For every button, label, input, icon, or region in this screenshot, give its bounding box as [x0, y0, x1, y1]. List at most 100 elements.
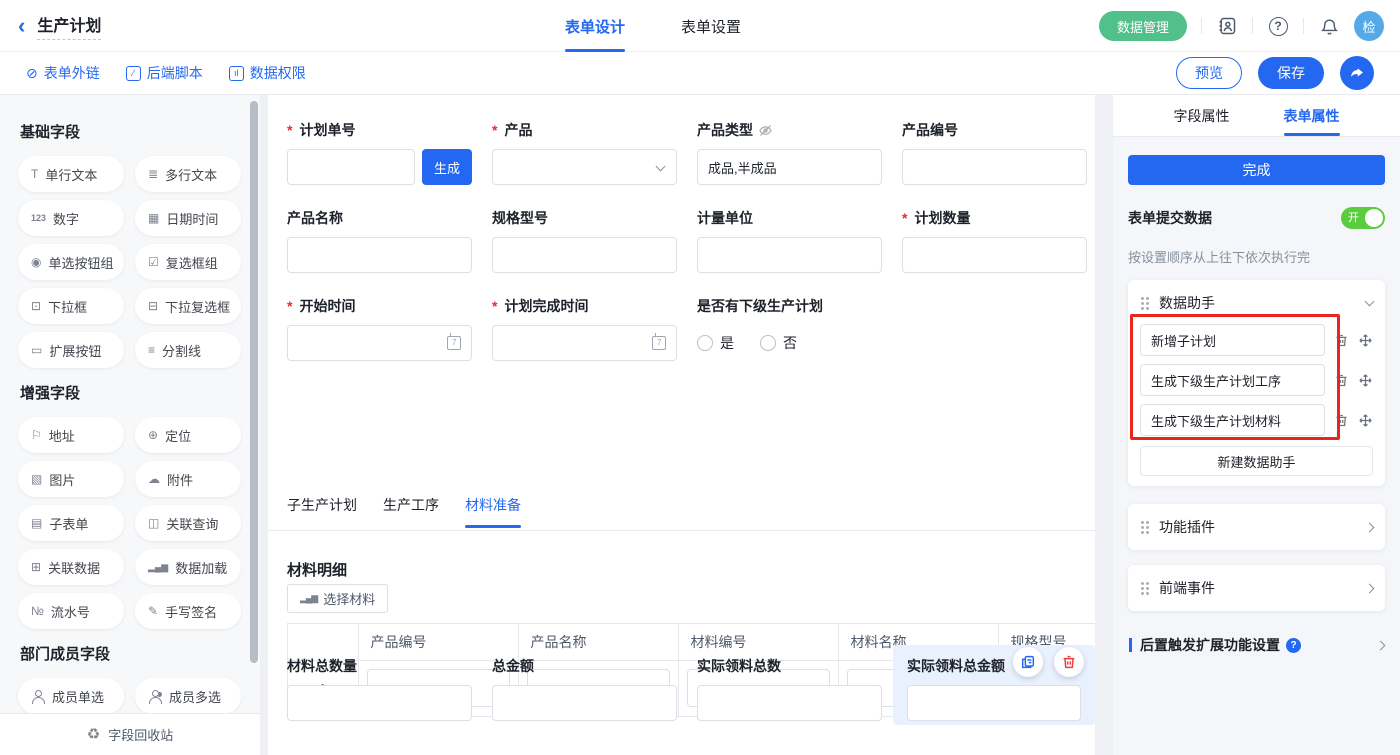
field-product[interactable]: 产品 [492, 120, 677, 185]
select-material-button[interactable]: ▂▄▆ 选择材料 [287, 584, 388, 613]
tab-form-settings[interactable]: 表单设置 [681, 0, 741, 52]
generate-button[interactable]: 生成 [422, 149, 472, 185]
subtab-production-process[interactable]: 生产工序 [383, 495, 439, 528]
finish-time-input[interactable] [492, 325, 677, 361]
sidebar-item-address[interactable]: ⚐地址 [18, 417, 124, 453]
sidebar-item-number[interactable]: 123数字 [18, 200, 124, 236]
spec-model-input[interactable] [492, 237, 677, 273]
done-button[interactable]: 完成 [1128, 155, 1385, 185]
copy-field-button[interactable] [1013, 647, 1043, 677]
plan-number-input[interactable] [287, 149, 415, 185]
help-icon[interactable]: ? [1286, 638, 1301, 653]
sidebar-item-divider-line[interactable]: ≡分割线 [135, 332, 241, 368]
drag-handle-icon[interactable] [1140, 520, 1150, 534]
subtab-material-preparation[interactable]: 材料准备 [465, 495, 521, 528]
radio-option-no[interactable]: 否 [760, 333, 797, 353]
actual-qty-input[interactable] [697, 685, 882, 721]
radio-option-yes[interactable]: 是 [697, 333, 734, 353]
backend-script-action[interactable]: ∕ 后端脚本 [126, 63, 203, 83]
plan-quantity-input[interactable] [902, 237, 1087, 273]
sidebar-item-data-load[interactable]: ▂▄▆数据加载 [135, 549, 241, 585]
new-data-assistant-button[interactable]: 新建数据助手 [1140, 446, 1373, 476]
page-title[interactable]: 生产计划 [37, 12, 101, 40]
subtab-sub-production-plan[interactable]: 子生产计划 [287, 495, 357, 528]
chevron-down-icon[interactable] [1365, 297, 1375, 307]
chevron-right-icon[interactable] [1365, 583, 1375, 593]
sidebar-item-related-data[interactable]: ⊞关联数据 [18, 549, 124, 585]
function-plugins-card[interactable]: 功能插件 [1128, 504, 1385, 550]
notification-bell-icon[interactable] [1318, 15, 1340, 37]
sidebar-item-single-line-text[interactable]: T单行文本 [18, 156, 124, 192]
field-plan-quantity[interactable]: 计划数量 [902, 208, 1087, 273]
field-start-time[interactable]: 开始时间 [287, 296, 472, 361]
sidebar-item-datetime[interactable]: ▦日期时间 [135, 200, 241, 236]
field-finish-time[interactable]: 计划完成时间 [492, 296, 677, 361]
data-permission-action[interactable]: ıl 数据权限 [229, 63, 306, 83]
share-button[interactable] [1340, 56, 1374, 90]
sidebar-item-signature[interactable]: ✎手写签名 [135, 593, 241, 629]
save-button[interactable]: 保存 [1258, 57, 1324, 89]
tab-field-properties[interactable]: 字段属性 [1174, 95, 1230, 136]
sidebar-scrollbar[interactable] [250, 101, 258, 663]
drag-handle-icon[interactable] [1140, 581, 1150, 595]
sidebar-item-attachment[interactable]: ☁附件 [135, 461, 241, 497]
data-manage-button[interactable]: 数据管理 [1099, 11, 1187, 41]
drag-handle-icon[interactable] [1140, 296, 1150, 310]
move-assistant-handle[interactable] [1358, 413, 1373, 428]
sidebar-item-location[interactable]: ⊕定位 [135, 417, 241, 453]
submit-data-toggle[interactable]: 开 [1341, 207, 1385, 229]
tab-form-properties[interactable]: 表单属性 [1284, 95, 1340, 136]
sidebar-item-member-multi[interactable]: 成员多选 [135, 678, 241, 714]
sidebar-item-multi-line-text[interactable]: ≣多行文本 [135, 156, 241, 192]
start-time-input[interactable] [287, 325, 472, 361]
sidebar-item-radio-group[interactable]: ◉单选按钮组 [18, 244, 124, 280]
field-has-sub-plan[interactable]: 是否有下级生产计划 是 否 [697, 296, 937, 361]
frontend-events-card[interactable]: 前端事件 [1128, 565, 1385, 611]
chevron-right-icon[interactable] [1365, 522, 1375, 532]
data-assistant-header[interactable]: 数据助手 [1140, 290, 1373, 316]
delete-assistant-button[interactable] [1334, 333, 1349, 348]
unit-input[interactable] [697, 237, 882, 273]
product-type-input[interactable]: 成品,半成品 [697, 149, 882, 185]
post-trigger-settings-link[interactable]: 后置触发扩展功能设置 ? [1128, 635, 1385, 655]
field-plan-number[interactable]: 计划单号 生成 [287, 120, 472, 185]
sidebar-item-multi-dropdown[interactable]: ⊟下拉复选框 [135, 288, 241, 324]
product-select[interactable] [492, 149, 677, 185]
assistant-item-generate-material[interactable]: 生成下级生产计划材料 [1140, 404, 1325, 436]
move-assistant-handle[interactable] [1358, 333, 1373, 348]
sidebar-item-serial-number[interactable]: №流水号 [18, 593, 124, 629]
external-link-action[interactable]: ⊘ 表单外链 [26, 63, 100, 83]
field-product-code[interactable]: 产品编号 [902, 120, 1087, 185]
field-actual-qty[interactable]: 实际领料总数 [697, 656, 882, 721]
field-product-type[interactable]: 产品类型 成品,半成品 [697, 120, 882, 185]
product-code-input[interactable] [902, 149, 1087, 185]
actual-amount-input[interactable] [907, 685, 1081, 721]
tab-form-design[interactable]: 表单设计 [565, 0, 625, 52]
delete-assistant-button[interactable] [1334, 373, 1349, 388]
move-assistant-handle[interactable] [1358, 373, 1373, 388]
sidebar-item-related-query[interactable]: ◫关联查询 [135, 505, 241, 541]
field-actual-amount-selected[interactable]: 实际领料总金额 [893, 645, 1095, 725]
sidebar-item-extend-button[interactable]: ▭扩展按钮 [18, 332, 124, 368]
sidebar-item-image[interactable]: ▧图片 [18, 461, 124, 497]
chevron-right-icon[interactable] [1376, 640, 1386, 650]
address-book-icon[interactable] [1216, 15, 1238, 37]
sidebar-item-subform[interactable]: ▤子表单 [18, 505, 124, 541]
user-avatar[interactable]: 检 [1354, 11, 1384, 41]
assistant-item-generate-process[interactable]: 生成下级生产计划工序 [1140, 364, 1325, 396]
field-spec-model[interactable]: 规格型号 [492, 208, 677, 273]
preview-button[interactable]: 预览 [1176, 57, 1242, 89]
sidebar-item-member-single[interactable]: 成员单选 [18, 678, 124, 714]
field-unit[interactable]: 计量单位 [697, 208, 882, 273]
sidebar-item-checkbox-group[interactable]: ☑复选框组 [135, 244, 241, 280]
field-product-name[interactable]: 产品名称 [287, 208, 472, 273]
sidebar-item-dropdown[interactable]: ⊡下拉框 [18, 288, 124, 324]
help-icon[interactable]: ? [1267, 15, 1289, 37]
material-total-qty-input[interactable] [287, 685, 472, 721]
field-material-total-qty[interactable]: 材料总数量 [287, 656, 472, 721]
field-recycle-bin[interactable]: ♻ 字段回收站 [0, 713, 260, 755]
delete-assistant-button[interactable] [1334, 413, 1349, 428]
total-amount-input[interactable] [492, 685, 677, 721]
back-icon[interactable]: ‹ [18, 15, 25, 37]
field-total-amount[interactable]: 总金额 [492, 656, 677, 721]
